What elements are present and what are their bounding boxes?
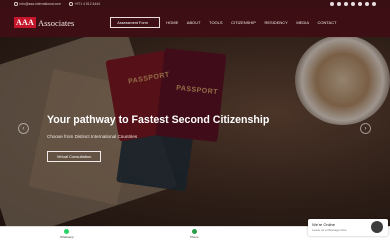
phone-contact[interactable]: +971 4 512 4444 [69,2,100,6]
main-nav: HOME ABOUT TOOLS CITIZENSHIP RESIDENCY M… [166,20,345,25]
nav-about[interactable]: ABOUT [187,20,201,25]
twitter-icon[interactable] [330,2,334,6]
logo[interactable]: AAA Associates [14,17,74,28]
hero-subtitle: Choose from Distinct International Count… [47,134,138,139]
phone-label: Phone [190,234,199,239]
site-header: AAA Associates Assessment Form HOME ABOU… [0,8,390,37]
top-info-bar: info@aaa-international.com +971 4 512 44… [0,0,390,8]
nav-contact[interactable]: CONTACT [317,20,336,25]
phone-link[interactable]: Phone [190,228,199,239]
slider-prev-icon[interactable]: ‹ [18,123,29,134]
assessment-form-button[interactable]: Assessment Form [110,17,161,28]
youtube-icon[interactable] [365,2,369,6]
whatsapp-link[interactable]: Whatsapp [60,228,74,239]
whatsapp-icon[interactable] [372,2,376,6]
pinterest-icon[interactable] [344,2,348,6]
social-links [327,2,376,6]
logo-text: Associates [37,17,75,28]
phone-icon [69,2,73,6]
phone-text[interactable]: +971 4 512 4444 [75,2,101,6]
logo-mark: AAA [14,17,36,28]
virtual-consultation-button[interactable]: Virtual Consultation [47,151,101,162]
whatsapp-label: Whatsapp [60,234,74,239]
nav-citizenship[interactable]: CITIZENSHIP [231,20,256,25]
email-text[interactable]: info@aaa-international.com [20,2,62,6]
email-contact[interactable]: info@aaa-international.com [14,2,61,6]
nav-home[interactable]: HOME [166,20,178,25]
nav-media[interactable]: MEDIA [296,20,309,25]
linkedin-icon[interactable] [358,2,362,6]
slider-next-icon[interactable]: › [360,123,371,134]
hero-title: Your pathway to Fastest Second Citizensh… [47,114,270,126]
instagram-icon[interactable] [351,2,355,6]
nav-tools[interactable]: TOOLS [209,20,223,25]
chat-bubble-icon[interactable] [371,221,383,233]
email-icon [14,2,18,6]
facebook-icon[interactable] [337,2,341,6]
whatsapp-icon [64,228,70,234]
hero-overlay [0,37,390,226]
nav-residency[interactable]: RESIDENCY [264,20,287,25]
phone-icon [191,228,197,234]
hero-slider: PASSPORT PASSPORT Your pathway to Fastes… [0,37,390,226]
